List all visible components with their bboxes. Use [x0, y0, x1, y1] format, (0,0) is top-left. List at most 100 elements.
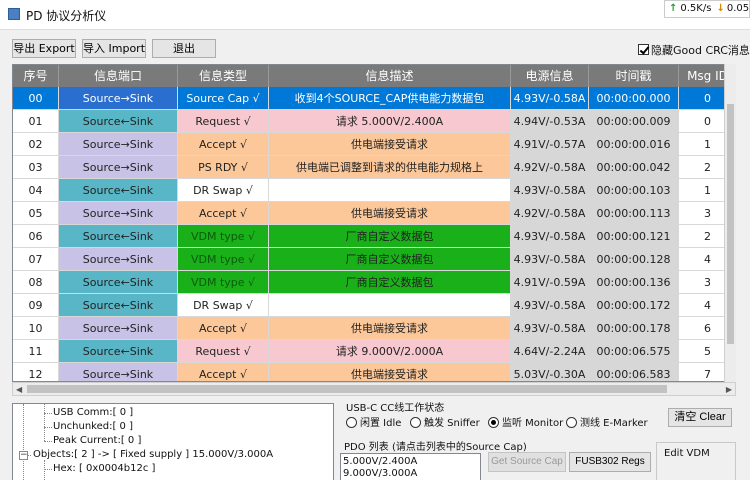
- cell-power-col: 4.93V/-0.58A: [511, 317, 589, 340]
- table-row[interactable]: 08 Source←Sink VDM type √ 厂商自定义数据包 4.91V/-0.…: [13, 271, 735, 294]
- collapse-icon[interactable]: −: [19, 451, 28, 460]
- table-row[interactable]: 03 Source→Sink PS RDY √ 供电端已调整到请求的供电能力规格上 4.…: [13, 156, 735, 179]
- tree-item-hex[interactable]: Hex: [ 0x0004b12c ]: [53, 463, 155, 474]
- cell-port-col: Source←Sink: [59, 294, 178, 317]
- table-row[interactable]: 10 Source→Sink Accept √ 供电端接受请求 4.93V/-0.58A…: [13, 317, 735, 340]
- cell-desc-col: 厂商自定义数据包: [269, 248, 511, 271]
- hide-good-crc-checkbox[interactable]: [638, 44, 649, 55]
- cell-power-col: 4.93V/-0.58A: [511, 179, 589, 202]
- column-header-port-col[interactable]: 信息端口: [59, 65, 178, 87]
- pdo-item[interactable]: 9.000V/3.000A: [343, 468, 417, 479]
- radio-monitor-indicator[interactable]: [488, 417, 499, 428]
- column-header-type-col[interactable]: 信息类型: [178, 65, 269, 87]
- horizontal-scrollbar[interactable]: ◀ ▶: [12, 382, 736, 396]
- tree-branch: [44, 469, 52, 470]
- tree-item-peak-current[interactable]: Peak Current:[ 0 ]: [53, 435, 141, 446]
- cell-seq-col: 07: [13, 248, 59, 271]
- download-arrow-icon: ↓: [716, 3, 725, 14]
- cell-port-col: Source→Sink: [59, 363, 178, 381]
- cell-type-col: Source Cap √: [178, 87, 269, 110]
- message-detail-tree[interactable]: USB Comm:[ 0 ] Unchunked:[ 0 ] Peak Curr…: [12, 403, 334, 480]
- clear-button[interactable]: 清空 Clear: [668, 408, 732, 427]
- table-row[interactable]: 09 Source←Sink DR Swap √ 4.93V/-0.58A 00:00:…: [13, 294, 735, 317]
- radio-idle-indicator[interactable]: [346, 417, 357, 428]
- table-row[interactable]: 05 Source→Sink Accept √ 供电端接受请求 4.92V/-0.58A…: [13, 202, 735, 225]
- scroll-left-icon[interactable]: ◀: [16, 385, 22, 394]
- cell-timestamp-col: 00:00:00.178: [589, 317, 679, 340]
- radio-e-marker-label: 测线 E-Marker: [580, 418, 648, 429]
- scroll-right-icon[interactable]: ▶: [726, 385, 732, 394]
- column-header-timestamp-col[interactable]: 时间戳: [589, 65, 679, 87]
- radio-e-marker-indicator[interactable]: [566, 417, 577, 428]
- tree-guide-line: [44, 404, 45, 441]
- get-source-cap-button[interactable]: Get Source Cap: [488, 452, 566, 472]
- tree-item-unchunked[interactable]: Unchunked:[ 0 ]: [53, 421, 133, 432]
- radio-idle-label: 闲置 Idle: [360, 418, 402, 429]
- cell-desc-col: [269, 294, 511, 317]
- message-table[interactable]: 序号 信息端口 信息类型 信息描述 电源信息 时间戳 Msg ID 00 Source→Sin…: [12, 64, 736, 382]
- tree-item-usb-comm[interactable]: USB Comm:[ 0 ]: [53, 407, 133, 418]
- radio-sniffer-label: 触发 Sniffer: [424, 418, 480, 429]
- cell-port-col: Source←Sink: [59, 225, 178, 248]
- cell-type-col: Accept √: [178, 202, 269, 225]
- cell-seq-col: 06: [13, 225, 59, 248]
- export-button[interactable]: 导出 Export: [12, 39, 76, 58]
- vertical-scrollbar[interactable]: [724, 64, 736, 382]
- table-row[interactable]: 01 Source←Sink Request √ 请求 5.000V/2.400A 4.…: [13, 110, 735, 133]
- tree-branch: [44, 413, 52, 414]
- radio-e-marker[interactable]: 测线 E-Marker: [566, 414, 648, 429]
- cc-status-title: USB-C CC线工作状态: [346, 403, 445, 414]
- pdo-list-title: PDO 列表 (请点击列表中的Source Cap): [344, 442, 527, 453]
- cell-type-col: DR Swap √: [178, 294, 269, 317]
- vertical-scroll-thumb[interactable]: [727, 104, 734, 344]
- cell-desc-col: 供电端已调整到请求的供电能力规格上: [269, 156, 511, 179]
- table-row[interactable]: 11 Source←Sink Request √ 请求 9.000V/2.000A 4.…: [13, 340, 735, 363]
- cell-type-col: VDM type √: [178, 248, 269, 271]
- table-row[interactable]: 00 Source→Sink Source Cap √ 收到4个SOURCE_CAP供…: [13, 87, 735, 110]
- cell-type-col: Accept √: [178, 317, 269, 340]
- cell-port-col: Source→Sink: [59, 133, 178, 156]
- cell-power-col: 4.93V/-0.58A: [511, 87, 589, 110]
- cell-timestamp-col: 00:00:06.575: [589, 340, 679, 363]
- pdo-list[interactable]: 5.000V/2.400A 9.000V/3.000A: [340, 453, 481, 480]
- cell-power-col: 4.93V/-0.58A: [511, 248, 589, 271]
- tree-guide-line: [44, 460, 45, 480]
- table-row[interactable]: 02 Source→Sink Accept √ 供电端接受请求 4.91V/-0.57A…: [13, 133, 735, 156]
- hide-good-crc-toggle[interactable]: 隐藏Good CRC消息: [638, 42, 750, 58]
- cell-seq-col: 12: [13, 363, 59, 381]
- cell-power-col: 4.93V/-0.58A: [511, 294, 589, 317]
- table-row[interactable]: 04 Source←Sink DR Swap √ 4.93V/-0.58A 00:00:…: [13, 179, 735, 202]
- tree-item-objects[interactable]: Objects:[ 2 ] -> [ Fixed supply ] 15.000…: [33, 449, 273, 460]
- radio-sniffer[interactable]: 触发 Sniffer: [410, 414, 480, 429]
- cell-desc-col: 供电端接受请求: [269, 202, 511, 225]
- pdo-item[interactable]: 5.000V/2.400A: [343, 456, 417, 467]
- cell-type-col: VDM type √: [178, 271, 269, 294]
- radio-monitor[interactable]: 监听 Monitor: [488, 414, 563, 429]
- cell-seq-col: 09: [13, 294, 59, 317]
- cell-port-col: Source→Sink: [59, 87, 178, 110]
- import-button[interactable]: 导入 Import: [82, 39, 146, 58]
- cell-timestamp-col: 00:00:00.128: [589, 248, 679, 271]
- column-header-desc-col[interactable]: 信息描述: [269, 65, 511, 87]
- column-header-seq-col[interactable]: 序号: [13, 65, 59, 87]
- fusb302-regs-button[interactable]: FUSB302 Regs: [569, 452, 651, 472]
- cell-seq-col: 03: [13, 156, 59, 179]
- cell-desc-col: 厂商自定义数据包: [269, 225, 511, 248]
- cell-desc-col: 供电端接受请求: [269, 363, 511, 381]
- cell-type-col: Accept √: [178, 133, 269, 156]
- horizontal-scroll-thumb[interactable]: [27, 385, 667, 393]
- cell-desc-col: 厂商自定义数据包: [269, 271, 511, 294]
- cell-port-col: Source→Sink: [59, 202, 178, 225]
- table-row[interactable]: 06 Source←Sink VDM type √ 厂商自定义数据包 4.93V/-0.…: [13, 225, 735, 248]
- network-speed-widget: ↑ 0.5K/s ↓ 0.05: [664, 0, 750, 18]
- cell-timestamp-col: 00:00:00.121: [589, 225, 679, 248]
- cell-timestamp-col: 00:00:00.103: [589, 179, 679, 202]
- radio-idle[interactable]: 闲置 Idle: [346, 414, 401, 429]
- exit-button[interactable]: 退出: [152, 39, 216, 58]
- cell-port-col: Source←Sink: [59, 271, 178, 294]
- cell-type-col: PS RDY √: [178, 156, 269, 179]
- column-header-power-col[interactable]: 电源信息: [511, 65, 589, 87]
- radio-sniffer-indicator[interactable]: [410, 417, 421, 428]
- table-row[interactable]: 07 Source→Sink VDM type √ 厂商自定义数据包 4.93V/-0.…: [13, 248, 735, 271]
- table-row[interactable]: 12 Source→Sink Accept √ 供电端接受请求 5.03V/-0.30A…: [13, 363, 735, 381]
